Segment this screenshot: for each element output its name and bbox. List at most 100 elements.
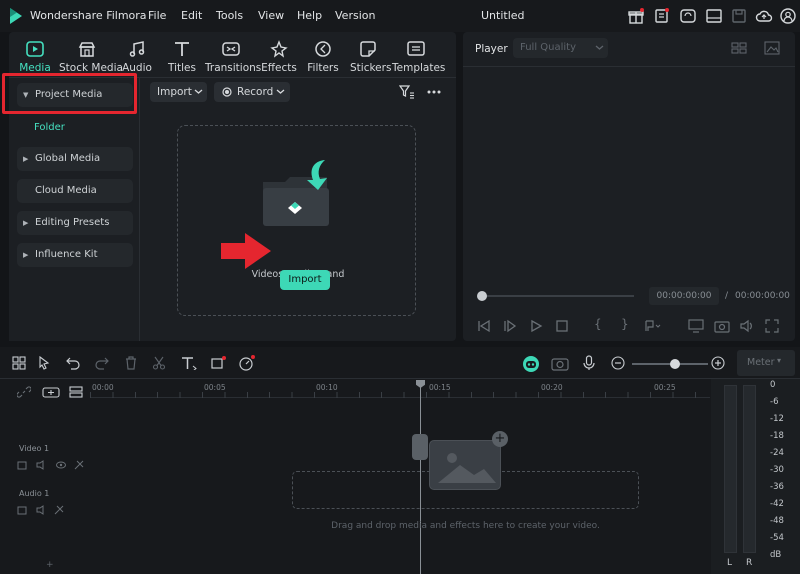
record-dropdown[interactable]: Record — [214, 82, 290, 102]
sidebar-item-folder[interactable]: Folder — [34, 122, 65, 133]
meter-scale-label: dB — [770, 550, 782, 560]
sidebar-item-cloud-media[interactable]: Cloud Media — [17, 179, 133, 203]
speed-ai-icon[interactable] — [238, 355, 256, 371]
meter-channel-right: R — [746, 558, 753, 568]
meter-scale-label: -6 — [770, 397, 779, 407]
track-manager-icon[interactable] — [68, 385, 84, 399]
split-scissors-icon[interactable] — [152, 356, 166, 370]
grid-view-icon[interactable] — [731, 41, 747, 55]
tab-filters[interactable]: Filters — [307, 38, 339, 78]
track-video-icons — [17, 459, 87, 471]
snapshot-image-icon[interactable] — [764, 41, 780, 55]
meter-channel-left: L — [727, 558, 733, 568]
previous-frame-icon[interactable] — [477, 319, 491, 333]
filter-sort-icon[interactable] — [399, 84, 415, 100]
zoom-slider-handle[interactable] — [670, 359, 680, 369]
meter-bar-right — [743, 385, 756, 553]
meter-dropdown[interactable]: Meter ▾ — [737, 350, 795, 376]
marker-dropdown-icon[interactable] — [644, 319, 662, 333]
more-options-icon[interactable] — [426, 84, 442, 100]
menu-file[interactable]: File — [148, 9, 166, 22]
ruler-label: 00:10 — [316, 383, 338, 392]
ai-robot-icon[interactable] — [522, 355, 540, 373]
gift-icon[interactable] — [627, 7, 645, 25]
media-sidebar: ▼ Project Media Folder ▶ Global Media Cl… — [9, 78, 139, 341]
playback-progress-track[interactable] — [481, 295, 634, 297]
title-bar: Wondershare Filmora File Edit Tools View… — [0, 0, 800, 32]
zoom-out-icon[interactable] — [611, 356, 625, 370]
volume-icon[interactable] — [739, 319, 755, 333]
tab-audio[interactable]: Audio — [119, 38, 155, 78]
meter-scale-label: -42 — [770, 499, 784, 509]
chevron-down-icon — [194, 85, 203, 97]
profile-icon[interactable] — [779, 7, 797, 25]
chevron-down-icon — [276, 85, 285, 97]
add-icon[interactable]: + — [46, 560, 54, 570]
meter-scale-label: -48 — [770, 516, 784, 526]
meter-scale-label: -24 — [770, 448, 784, 458]
sidebar-item-influence-kit[interactable]: ▶ Influence Kit — [17, 243, 133, 267]
import-button[interactable]: Import — [280, 270, 330, 290]
quality-dropdown[interactable]: Full Quality — [513, 38, 608, 58]
transitions-icon — [205, 38, 257, 60]
cloud-upload-icon[interactable] — [755, 7, 773, 25]
sync-icon[interactable] — [679, 7, 697, 25]
feedback-icon[interactable] — [653, 7, 671, 25]
crop-icon[interactable] — [210, 356, 226, 370]
track-video-1: Video 1 — [19, 444, 50, 453]
select-cursor-icon[interactable] — [38, 356, 54, 370]
app-name: Wondershare Filmora — [30, 9, 147, 22]
menu-edit[interactable]: Edit — [181, 9, 202, 22]
camera-snapshot-icon[interactable] — [714, 319, 730, 333]
inbox-icon[interactable] — [705, 7, 723, 25]
tab-stock-media[interactable]: Stock Media — [59, 38, 123, 78]
fullscreen-icon[interactable] — [765, 319, 779, 333]
stop-icon[interactable] — [555, 319, 569, 333]
timeline-drop-hint: Drag and drop media and effects here to … — [331, 521, 600, 531]
red-arrow-icon — [221, 233, 271, 269]
auto-sync-icon[interactable] — [551, 356, 569, 372]
ruler-ticks — [90, 392, 710, 398]
tab-titles[interactable]: Titles — [165, 38, 199, 78]
titles-icon — [165, 38, 199, 60]
menu-view[interactable]: View — [258, 9, 284, 22]
tab-transitions[interactable]: Transitions — [205, 38, 261, 78]
audio-icon — [119, 38, 155, 60]
player-panel: Player Full Quality 00:00:00:00 / 00:00:… — [463, 32, 795, 341]
delete-icon[interactable] — [124, 356, 138, 370]
menu-help[interactable]: Help — [297, 9, 322, 22]
media-placeholder-icon — [429, 440, 501, 490]
text-title-icon[interactable] — [181, 356, 197, 370]
meter-scale-label: -54 — [770, 533, 784, 543]
sidebar-item-editing-presets[interactable]: ▶ Editing Presets — [17, 211, 133, 235]
undo-icon[interactable] — [66, 356, 80, 370]
link-icon[interactable] — [17, 385, 31, 399]
add-track-icon[interactable] — [42, 385, 60, 399]
tab-effects[interactable]: Effects — [261, 38, 297, 78]
ruler-label: 00:25 — [654, 383, 676, 392]
current-time[interactable]: 00:00:00:00 — [649, 287, 719, 305]
microphone-icon[interactable] — [582, 355, 596, 371]
tab-stickers[interactable]: Stickers — [350, 38, 391, 78]
meter-scale-label: -36 — [770, 482, 784, 492]
layout-grid-icon[interactable] — [12, 356, 26, 370]
zoom-in-icon[interactable] — [711, 356, 725, 370]
next-frame-icon[interactable] — [503, 319, 517, 333]
play-icon[interactable] — [529, 319, 543, 333]
menu-tools[interactable]: Tools — [216, 9, 243, 22]
filmora-logo-icon — [8, 7, 24, 25]
save-icon[interactable] — [730, 7, 748, 25]
mark-in-icon[interactable]: { — [594, 317, 602, 331]
display-monitor-icon[interactable] — [688, 319, 704, 333]
import-dropdown[interactable]: Import — [150, 82, 207, 102]
redo-icon[interactable] — [95, 356, 109, 370]
menu-version[interactable]: Version — [335, 9, 375, 22]
playhead-handle[interactable] — [477, 291, 487, 301]
mark-out-icon[interactable]: } — [621, 317, 629, 331]
triangle-down-icon: ▾ — [777, 356, 782, 365]
total-time: 00:00:00:00 — [735, 291, 790, 301]
tab-templates[interactable]: Templates — [392, 38, 445, 78]
tab-media[interactable]: Media — [13, 38, 57, 79]
sidebar-item-global-media[interactable]: ▶ Global Media — [17, 147, 133, 171]
filters-icon — [307, 38, 339, 60]
